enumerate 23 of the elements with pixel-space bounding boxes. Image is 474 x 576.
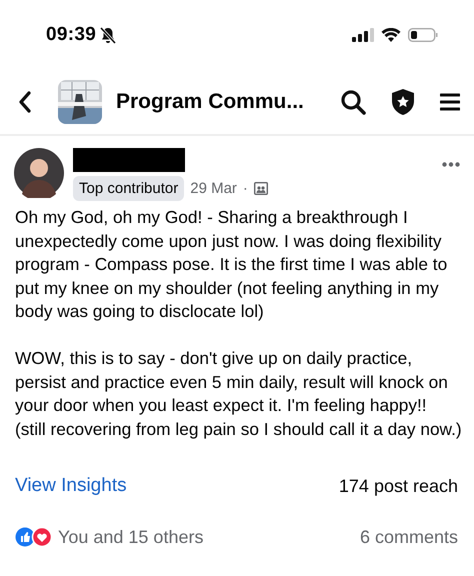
search-button[interactable] [340, 89, 366, 115]
back-button[interactable] [18, 91, 32, 113]
avatar [14, 148, 64, 198]
signal-icon [352, 28, 374, 42]
shield-star-button[interactable] [390, 88, 416, 116]
battery-icon [408, 28, 438, 42]
post-text: (still recovering from leg pain so I should call it a day now.) [15, 418, 463, 441]
separator: · [242, 180, 248, 197]
more-options-button[interactable] [442, 162, 460, 167]
menu-button[interactable] [440, 92, 460, 112]
status-time: 09:39 [46, 24, 96, 46]
post-reach: 174 post reach [338, 476, 458, 497]
post-text: Oh my God, oh my God! - Sharing a breakthrough I unexpectedly come upon just now. I was doing flexibility program - Compass pose. It is the first time I was able to put my knee on my shoulder (not feeling anything in my body was going to disclocate lol) [15, 206, 448, 324]
post-text: WOW, this is to say - don't give up on daily practice, persist and practice even 5 min daily, result will knock on your door when you least expect it. I'm feeling happy!! [15, 346, 449, 418]
contributor-badge: Top contributor [73, 176, 184, 201]
reaction-icons [15, 527, 53, 548]
wifi-icon [381, 28, 401, 42]
group-title: Program Commu... [116, 90, 305, 114]
view-insights-link[interactable]: View Insights [15, 475, 127, 498]
comments-count[interactable]: 6 comments [360, 526, 458, 548]
reactions-summary[interactable]: You and 15 others [58, 526, 204, 548]
post-date: 29 Mar [190, 180, 237, 197]
group-audience-icon [254, 182, 268, 195]
